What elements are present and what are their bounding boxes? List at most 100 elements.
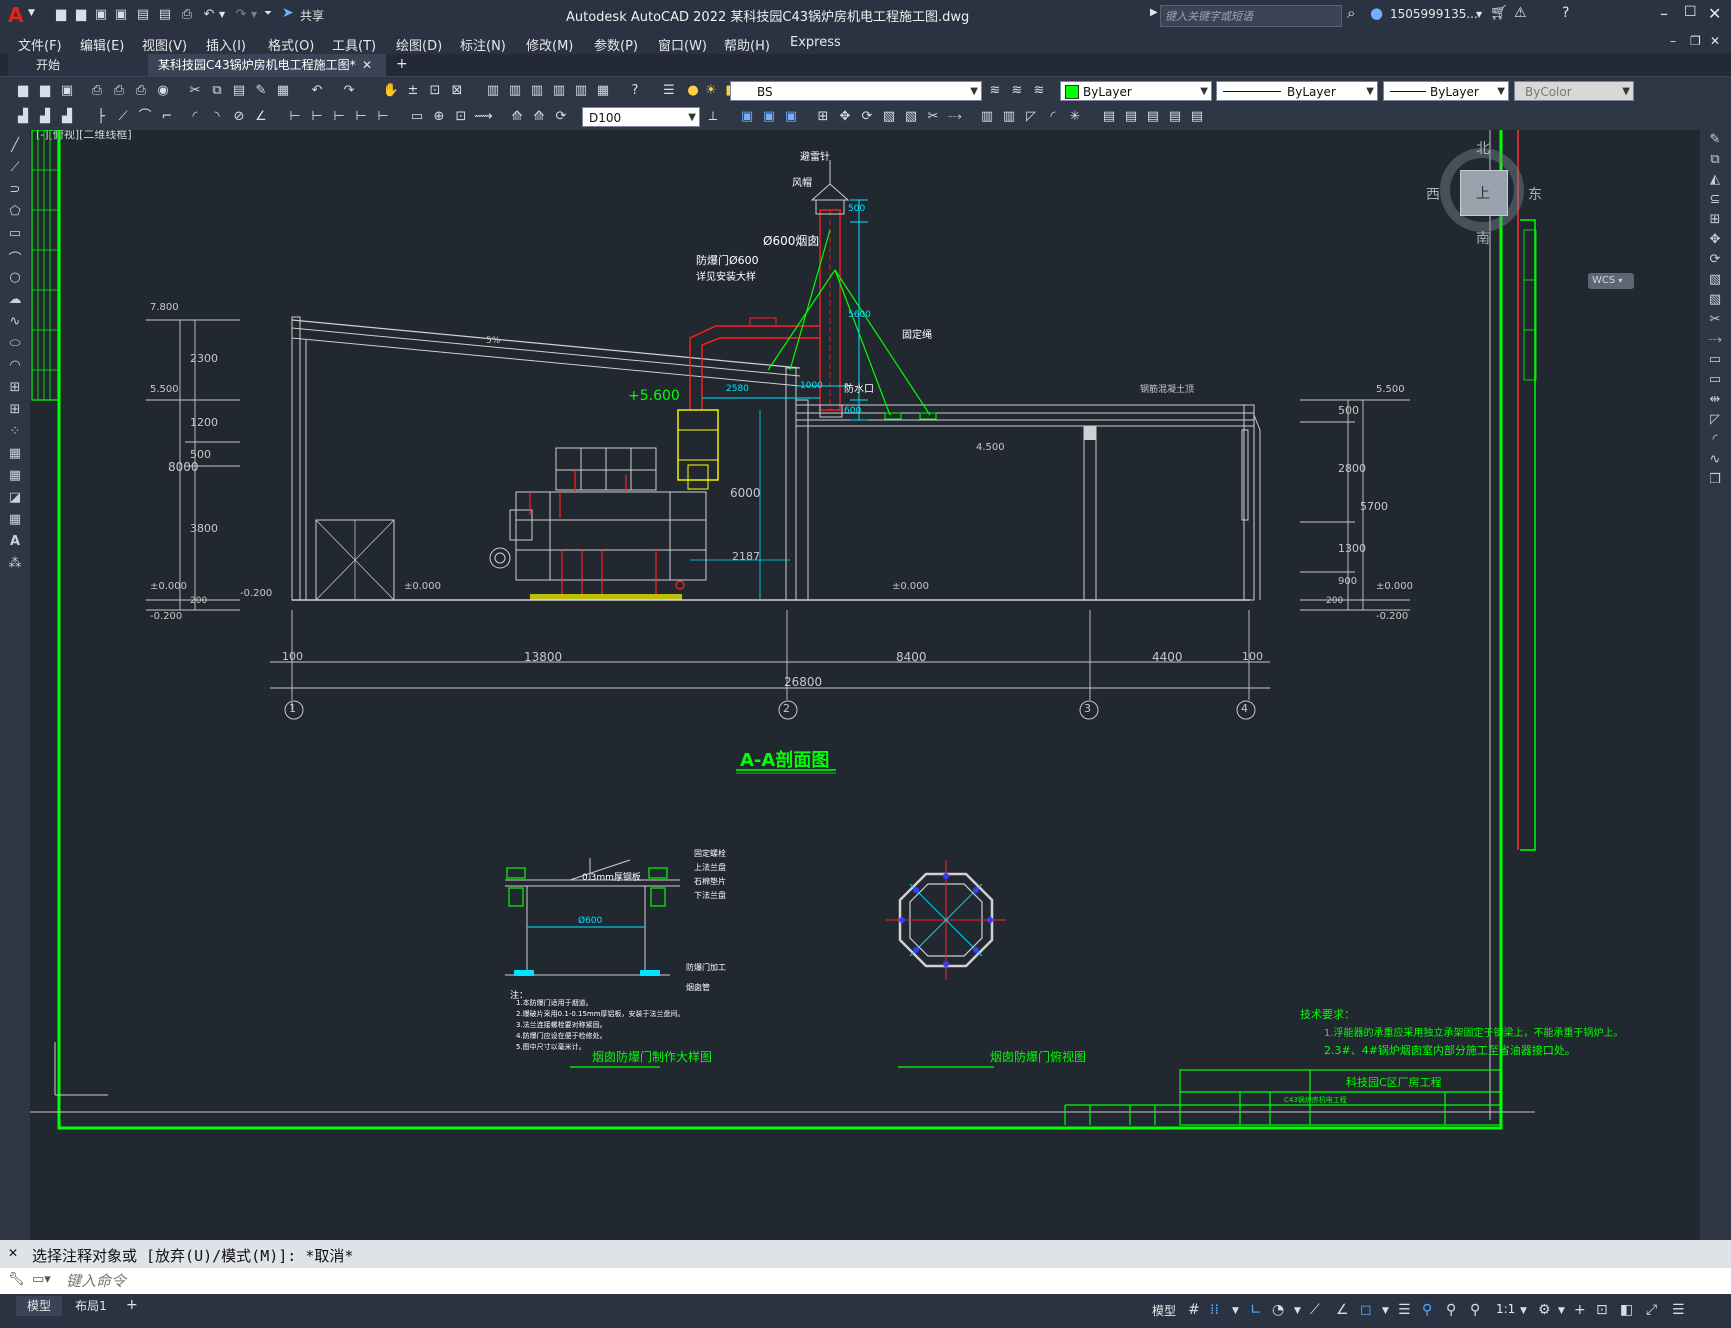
maximize-icon[interactable]: ☐ bbox=[1684, 4, 1697, 20]
modify-offset-icon[interactable]: ▣ bbox=[782, 108, 800, 126]
table-icon[interactable]: ▦ bbox=[6, 512, 24, 530]
snap-dropdown-icon[interactable]: ▼ bbox=[1232, 1306, 1239, 1316]
plot-icon[interactable]: ⎙ bbox=[178, 6, 196, 24]
array-icon[interactable]: ⊞ bbox=[1706, 212, 1724, 230]
extend-icon[interactable]: ⤏ bbox=[1706, 332, 1724, 350]
modify-join-icon[interactable]: ▥ bbox=[1000, 108, 1018, 126]
dim-break-icon[interactable]: ⊢ bbox=[374, 108, 392, 126]
offset-icon[interactable]: ⊆ bbox=[1706, 192, 1724, 210]
menu-view[interactable]: 视图(V) bbox=[142, 35, 187, 54]
minimize-icon[interactable]: – bbox=[1660, 4, 1668, 23]
snap-icon[interactable]: ⁞⁞ bbox=[1210, 1302, 1219, 1318]
point-icon[interactable]: ▤ bbox=[1144, 108, 1162, 126]
command-close-icon[interactable]: ✕ bbox=[8, 1246, 18, 1260]
layer-thaw-icon[interactable]: ☀ bbox=[702, 82, 720, 100]
annotation-visibility-icon[interactable]: ⚲ bbox=[1422, 1302, 1432, 1318]
polygon-icon[interactable]: ⬠ bbox=[6, 204, 24, 222]
insert-block-icon[interactable]: ▤ bbox=[1100, 108, 1118, 126]
zoom-realtime-icon[interactable]: ± bbox=[404, 82, 422, 100]
design-center-icon[interactable]: ▥ bbox=[506, 82, 524, 100]
break-icon[interactable]: ▭ bbox=[1706, 372, 1724, 390]
menu-parametric[interactable]: 参数(P) bbox=[594, 35, 638, 54]
jogged-linear-icon[interactable]: ⟿ bbox=[474, 108, 493, 126]
undo-icon-2[interactable]: ↶ bbox=[308, 82, 326, 100]
units-icon[interactable]: ⊡ bbox=[1596, 1302, 1608, 1318]
modify-break-icon[interactable]: ▥ bbox=[978, 108, 996, 126]
calculator-icon[interactable]: ▦ bbox=[594, 82, 612, 100]
plot-icon-2[interactable]: ⎙ bbox=[88, 82, 106, 100]
clean-screen-icon[interactable]: ⤢ bbox=[1646, 1302, 1657, 1318]
gradient-icon[interactable]: ▤ bbox=[1188, 108, 1206, 126]
join-icon[interactable]: ⇹ bbox=[1706, 392, 1724, 410]
color-dropdown[interactable]: ByLayer ▼ bbox=[1060, 81, 1212, 101]
menu-window[interactable]: 窗口(W) bbox=[658, 35, 707, 54]
doc-restore-icon[interactable]: ❐ bbox=[1690, 34, 1701, 48]
user-icon[interactable]: ● bbox=[1370, 4, 1383, 22]
new-icon[interactable]: ▆ bbox=[14, 82, 32, 100]
tab-close-icon[interactable]: ✕ bbox=[362, 54, 372, 76]
cut-icon[interactable]: ✂ bbox=[186, 82, 204, 100]
autocad-logo[interactable]: A bbox=[8, 3, 23, 27]
publish-icon[interactable]: ⎙ bbox=[132, 82, 150, 100]
ordinate-dim-icon[interactable]: ⌐ bbox=[158, 108, 176, 126]
plot-preview-icon[interactable]: ⎙ bbox=[110, 82, 128, 100]
center-mark-icon[interactable]: ⊕ bbox=[430, 108, 448, 126]
ungroup-icon[interactable]: ▟ bbox=[58, 108, 76, 126]
inspection-icon[interactable]: ⊡ bbox=[452, 108, 470, 126]
annotation-scale-value[interactable]: 1:1 bbox=[1496, 1302, 1515, 1316]
insert-block-icon-2[interactable]: ⊞ bbox=[6, 380, 24, 398]
modify-scale-icon[interactable]: ▧ bbox=[880, 108, 898, 126]
chamfer-icon[interactable]: ◸ bbox=[1706, 412, 1724, 430]
customize-qat-icon[interactable]: ⏷ bbox=[264, 8, 272, 19]
blend-curves-icon[interactable]: ∿ bbox=[1706, 452, 1724, 470]
search-expand-icon[interactable]: ▶ bbox=[1150, 7, 1158, 18]
jogged-dim-icon[interactable]: ◝ bbox=[208, 108, 226, 126]
modify-trim-icon[interactable]: ✂ bbox=[924, 108, 942, 126]
paste-icon[interactable]: ▤ bbox=[230, 82, 248, 100]
modify-mirror-icon[interactable]: ▣ bbox=[760, 108, 778, 126]
circle-icon[interactable]: ○ bbox=[6, 270, 24, 288]
viewcube-south[interactable]: 南 bbox=[1476, 228, 1490, 248]
ellipse-arc-icon[interactable]: ◠ bbox=[6, 358, 24, 376]
new-file-icon[interactable]: ▆ bbox=[52, 6, 70, 24]
markup-icon[interactable]: ▥ bbox=[572, 82, 590, 100]
explode-icon[interactable]: ❒ bbox=[1706, 472, 1724, 490]
sheet-set-icon[interactable]: ▥ bbox=[550, 82, 568, 100]
drawing-canvas[interactable]: [-][俯视][二维线框] 避雷针 风帽 Ø600烟囱 防爆门Ø600 详见安装… bbox=[30, 130, 1700, 1238]
menu-help[interactable]: 帮助(H) bbox=[724, 35, 770, 54]
new-tab-icon[interactable]: + bbox=[396, 56, 408, 72]
pan-icon[interactable]: ✋ bbox=[382, 82, 400, 100]
recent-commands-icon[interactable]: ▭▾ bbox=[32, 1272, 51, 1287]
command-customize-icon[interactable]: 🔧︎ bbox=[8, 1272, 25, 1287]
lineweight-dropdown[interactable]: ByLayer ▼ bbox=[1383, 81, 1509, 101]
viewcube-east[interactable]: 东 bbox=[1528, 184, 1542, 204]
tolerance-icon[interactable]: ▭ bbox=[408, 108, 426, 126]
scale-icon[interactable]: ▧ bbox=[1706, 272, 1724, 290]
osnap-icon[interactable]: ◻ bbox=[1360, 1302, 1372, 1318]
modify-fillet-icon[interactable]: ◜ bbox=[1044, 108, 1062, 126]
spline-icon[interactable]: ∿ bbox=[6, 314, 24, 332]
menu-format[interactable]: 格式(O) bbox=[268, 35, 314, 54]
open-file-icon[interactable]: ▆ bbox=[72, 6, 90, 24]
viewcube[interactable]: 上 北 南 西 东 bbox=[1426, 138, 1542, 250]
viewcube-north[interactable]: 北 bbox=[1476, 138, 1490, 158]
add-layout-icon[interactable]: + bbox=[126, 1297, 138, 1313]
polar-dropdown-icon[interactable]: ▼ bbox=[1294, 1306, 1301, 1316]
lineweight-toggle-icon[interactable]: ☰ bbox=[1398, 1302, 1411, 1318]
menu-edit[interactable]: 编辑(E) bbox=[80, 35, 124, 54]
menu-tools[interactable]: 工具(T) bbox=[332, 35, 376, 54]
layout-tab-model[interactable]: 模型 bbox=[16, 1296, 62, 1316]
user-dropdown-icon[interactable]: ▼ bbox=[1476, 10, 1482, 19]
rectangle-icon[interactable]: ▭ bbox=[6, 226, 24, 244]
redo-icon[interactable]: ↷ bbox=[232, 6, 250, 24]
share-icon[interactable]: ➤ bbox=[282, 5, 294, 21]
break-at-point-icon[interactable]: ▭ bbox=[1706, 352, 1724, 370]
mirror-icon[interactable]: ◭ bbox=[1706, 172, 1724, 190]
group-icon[interactable]: ▟ bbox=[36, 108, 54, 126]
tool-palettes-icon[interactable]: ▥ bbox=[528, 82, 546, 100]
erase-icon[interactable]: ✎ bbox=[1706, 132, 1724, 150]
gradient-icon-2[interactable]: ▦ bbox=[6, 468, 24, 486]
zoom-window-icon[interactable]: ⊡ bbox=[426, 82, 444, 100]
osnap-dropdown-icon[interactable]: ▼ bbox=[1382, 1306, 1389, 1316]
ellipse-icon[interactable]: ⬭ bbox=[6, 336, 24, 354]
